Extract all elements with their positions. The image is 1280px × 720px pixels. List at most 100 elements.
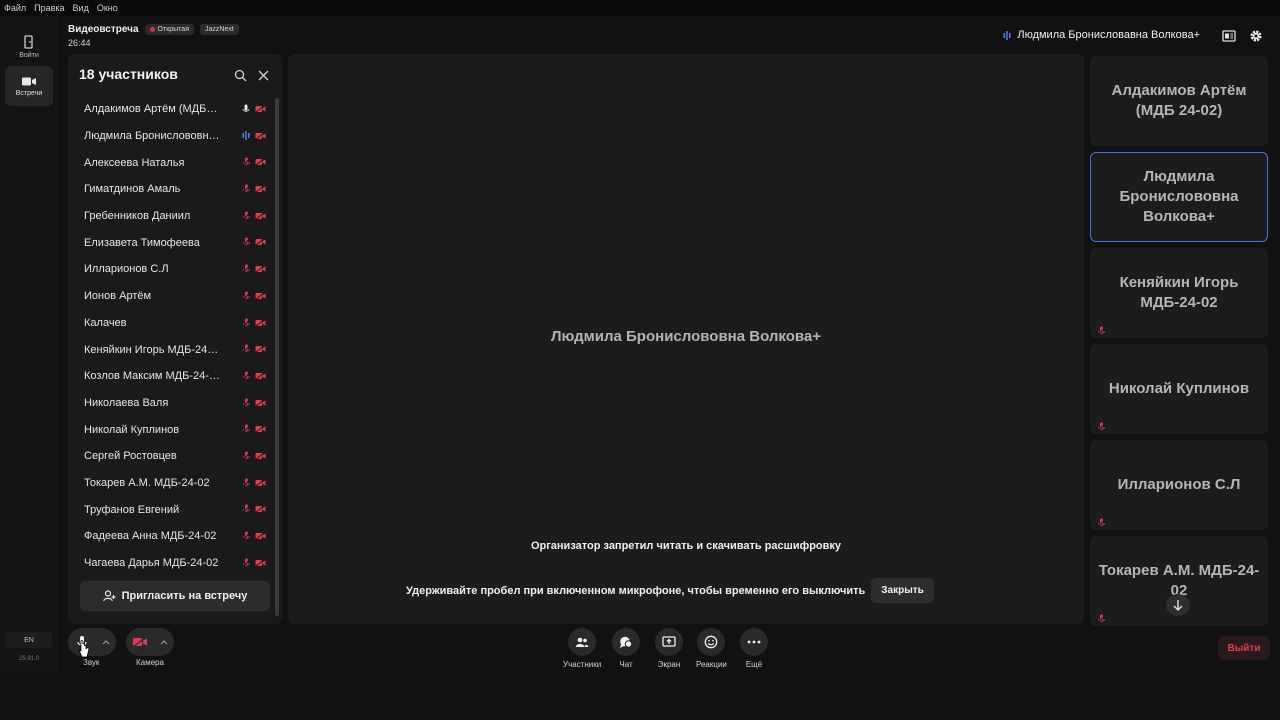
participant-row[interactable]: Людмила Бронислововна Волкова+ bbox=[68, 123, 282, 150]
participants-control[interactable]: Участники bbox=[563, 628, 601, 669]
video-tile[interactable]: Алдакимов Артём (МДБ 24-02) bbox=[1090, 56, 1268, 146]
mic-off-icon bbox=[241, 504, 251, 514]
close-hint-button[interactable]: Закрыть bbox=[871, 578, 934, 603]
participant-name: Сергей Ростовцев bbox=[84, 450, 177, 463]
mic-off-icon bbox=[1096, 514, 1106, 528]
meetings-button[interactable]: Встречи bbox=[5, 66, 53, 106]
mic-off-icon bbox=[241, 211, 251, 221]
video-tile[interactable]: Илларионов С.Л bbox=[1090, 440, 1268, 530]
camera-off-icon bbox=[254, 558, 266, 568]
participant-row[interactable]: Илларионов С.Л bbox=[68, 256, 282, 283]
participants-close-button[interactable] bbox=[256, 68, 270, 82]
participants-count-title: 18 участников bbox=[79, 66, 178, 82]
participant-row[interactable]: Фадеева Анна МДБ-24-02 bbox=[68, 523, 282, 550]
meetings-label: Встречи bbox=[15, 89, 43, 97]
video-tile[interactable]: Людмила Бронислововна Волкова+ bbox=[1090, 152, 1268, 242]
sound-options-button[interactable] bbox=[96, 628, 116, 656]
mic-off-icon bbox=[241, 157, 251, 167]
mic-off-icon bbox=[241, 424, 251, 434]
participant-row[interactable]: Николай Куплинов bbox=[68, 416, 282, 443]
meeting-title: Видеовстреча Открытая JazzNext bbox=[68, 24, 239, 35]
participant-row[interactable]: Елизавета Тимофеева bbox=[68, 229, 282, 256]
microphone-icon bbox=[241, 104, 251, 114]
layout-icon bbox=[1222, 30, 1236, 42]
mic-off-icon bbox=[241, 531, 251, 541]
mic-off-icon bbox=[241, 264, 251, 274]
menu-window[interactable]: Окно bbox=[97, 3, 118, 13]
menu-view[interactable]: Вид bbox=[73, 3, 89, 13]
reactions-label: Реакции bbox=[696, 660, 727, 669]
participant-name: Кеняйкин Игорь МДБ-24-02 bbox=[84, 343, 220, 356]
participant-row[interactable]: Калачев bbox=[68, 310, 282, 337]
language-button[interactable]: EN bbox=[6, 632, 52, 648]
participant-name: Николай Куплинов bbox=[84, 423, 180, 436]
participant-name: Людмила Бронислововна Волкова+ bbox=[84, 130, 220, 143]
participant-row[interactable]: Токарев А.М. МДБ-24-02 bbox=[68, 470, 282, 497]
participant-row[interactable]: Сергей Ростовцев bbox=[68, 443, 282, 470]
exit-button[interactable]: Выйти bbox=[1218, 636, 1270, 660]
left-rail: Войти Встречи EN 25.91.0 bbox=[0, 16, 58, 672]
participant-name: Чагаева Дарья МДБ-24-02 bbox=[84, 557, 219, 570]
participant-row[interactable]: Козлов Максим МДБ-24-02 bbox=[68, 363, 282, 390]
menu-file[interactable]: Файл bbox=[4, 3, 26, 13]
mic-off-icon bbox=[241, 291, 251, 301]
mouse-cursor-icon bbox=[78, 640, 90, 658]
login-button[interactable]: Войти bbox=[5, 28, 53, 66]
gear-icon bbox=[1250, 30, 1262, 42]
participant-name: Гребенников Даниил bbox=[84, 210, 191, 223]
mic-off-icon bbox=[241, 478, 251, 488]
screen-share-icon bbox=[662, 636, 676, 647]
camera-toggle[interactable] bbox=[126, 628, 154, 656]
chat-control[interactable]: Чат bbox=[612, 628, 640, 669]
smile-icon bbox=[705, 635, 718, 649]
camera-options-button[interactable] bbox=[154, 628, 174, 656]
camera-off-icon bbox=[254, 318, 266, 328]
mic-off-icon bbox=[241, 184, 251, 194]
participant-name: Фадеева Анна МДБ-24-02 bbox=[84, 530, 217, 543]
participant-row[interactable]: Ионов Артём bbox=[68, 283, 282, 310]
invite-label: Пригласить на встречу bbox=[121, 590, 248, 602]
chevron-up-icon bbox=[102, 639, 110, 644]
participant-row[interactable]: Чагаева Дарья МДБ-24-02 bbox=[68, 550, 282, 577]
participant-row[interactable]: Гребенников Даниил bbox=[68, 203, 282, 230]
camera-off-icon bbox=[254, 211, 266, 221]
participants-list: Алдакимов Артём (МДБ 24-02) Людмила Брони… bbox=[68, 96, 282, 576]
meeting-timer: 26:44 bbox=[68, 38, 91, 48]
mic-off-icon bbox=[241, 451, 251, 461]
participant-row[interactable]: Алексеева Наталья bbox=[68, 149, 282, 176]
participants-search-button[interactable] bbox=[233, 68, 247, 82]
participant-row[interactable]: Гиматдинов Амаль bbox=[68, 176, 282, 203]
reactions-control[interactable]: Реакции bbox=[696, 628, 727, 669]
participant-row[interactable]: Труфанов Евгений bbox=[68, 496, 282, 523]
participant-name: Алдакимов Артём (МДБ 24-02) bbox=[84, 103, 220, 116]
layout-button[interactable] bbox=[1221, 28, 1237, 44]
participant-name: Алексеева Наталья bbox=[84, 156, 185, 169]
app-version: 25.91.0 bbox=[18, 656, 40, 662]
settings-button[interactable] bbox=[1248, 28, 1264, 44]
participants-scrollbar[interactable] bbox=[275, 98, 279, 616]
open-badge: Открытая bbox=[144, 24, 194, 35]
screen-share-control[interactable]: Экран bbox=[655, 628, 683, 669]
menu-edit[interactable]: Правка bbox=[34, 3, 64, 13]
camera-off-icon bbox=[254, 504, 266, 514]
camera-label: Камера bbox=[136, 658, 164, 667]
space-hint-notice: Удерживайте пробел при включенном микроф… bbox=[406, 578, 934, 603]
scroll-down-button[interactable] bbox=[1166, 594, 1190, 616]
sound-control bbox=[68, 628, 116, 656]
video-tile-name: Николай Куплинов bbox=[1108, 380, 1250, 397]
space-hint-text: Удерживайте пробел при включенном микроф… bbox=[406, 584, 866, 597]
video-tile-name: Илларионов С.Л bbox=[1117, 476, 1241, 493]
chat-control-label: Чат bbox=[619, 660, 633, 669]
video-tile[interactable]: Кеняйкин Игорь МДБ-24-02 bbox=[1090, 248, 1268, 338]
camera-off-icon bbox=[254, 237, 266, 247]
camera-off-icon bbox=[254, 131, 266, 141]
invite-button[interactable]: Пригласить на встречу bbox=[80, 581, 270, 611]
participant-row[interactable]: Кеняйкин Игорь МДБ-24-02 bbox=[68, 336, 282, 363]
participant-row[interactable]: Николаева Валя bbox=[68, 390, 282, 417]
more-control[interactable]: Ещё bbox=[740, 628, 768, 669]
mic-off-icon bbox=[241, 398, 251, 408]
mic-off-icon bbox=[241, 318, 251, 328]
video-tile[interactable]: Николай Куплинов bbox=[1090, 344, 1268, 434]
camera-control bbox=[126, 628, 174, 656]
participant-row[interactable]: Алдакимов Артём (МДБ 24-02) bbox=[68, 96, 282, 123]
